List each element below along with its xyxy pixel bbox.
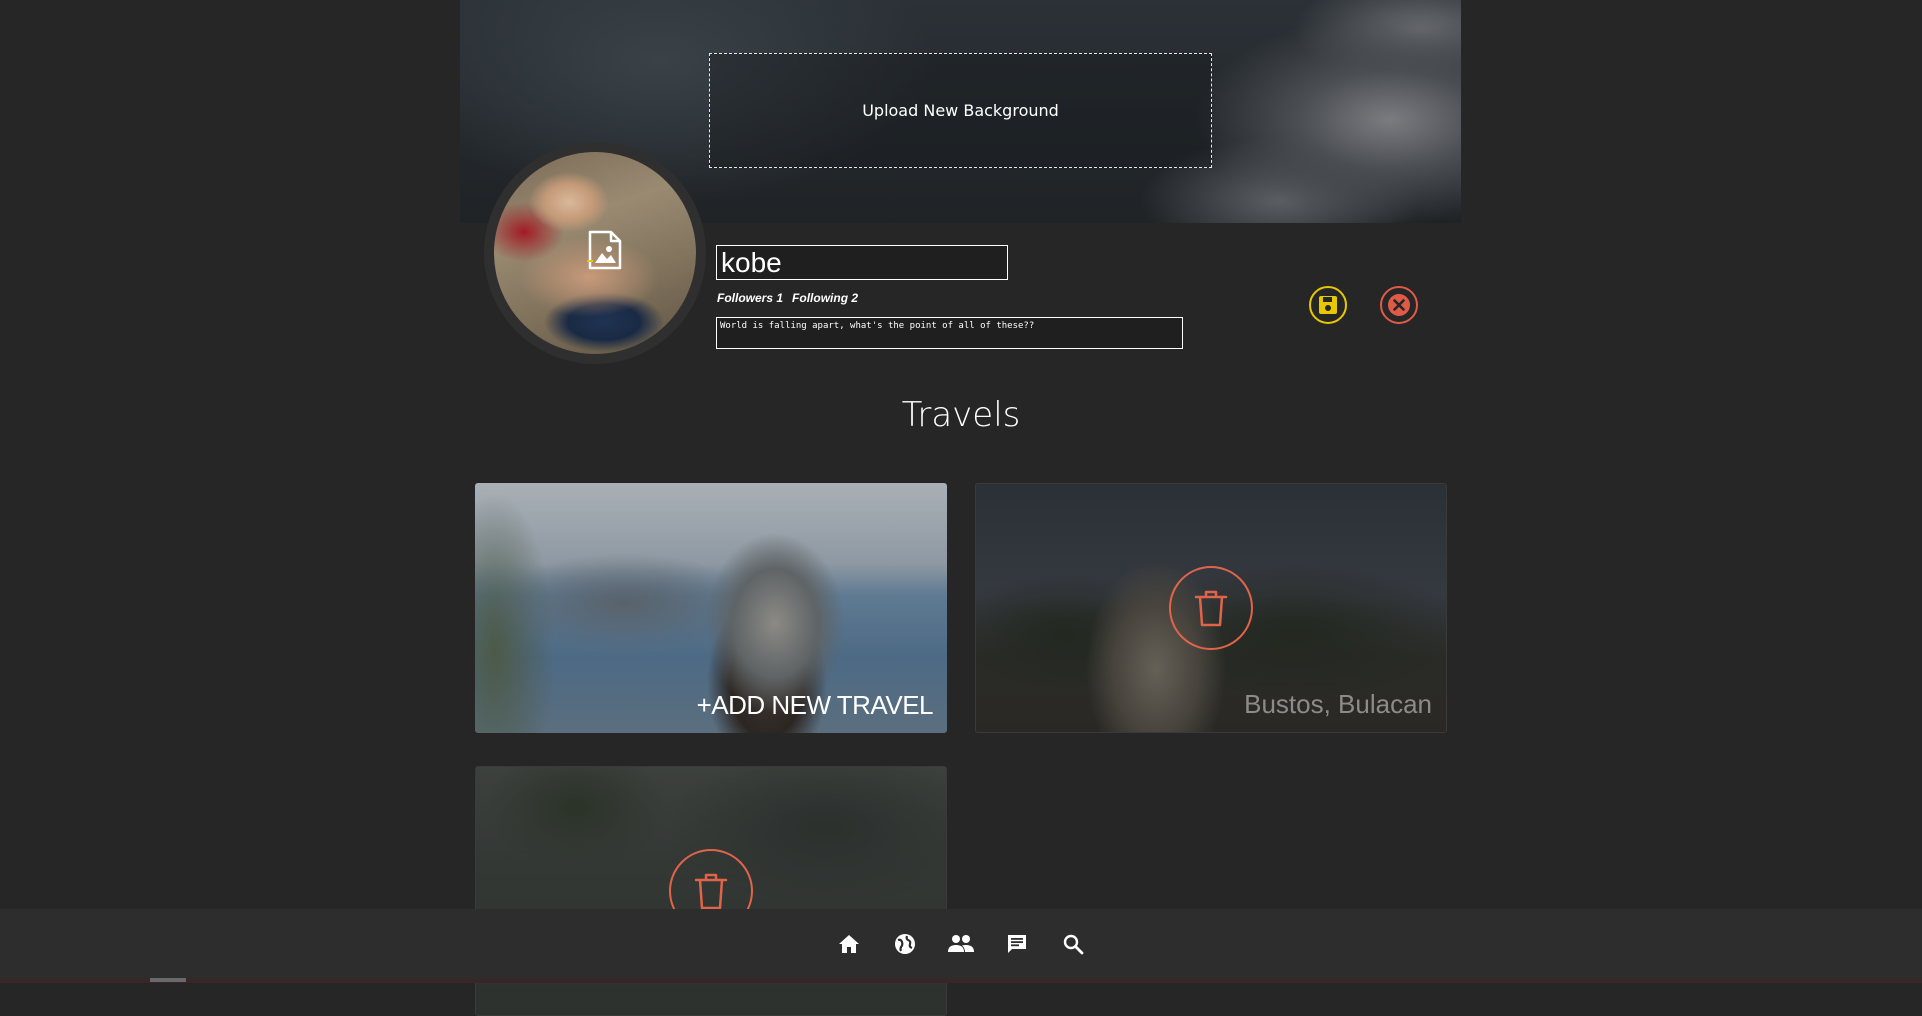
- upload-background-label: Upload New Background: [862, 101, 1059, 120]
- chat-icon: [1008, 935, 1026, 953]
- followers-count[interactable]: Followers 1: [717, 291, 783, 305]
- avatar[interactable]: [494, 152, 696, 354]
- trash-icon: [1194, 590, 1228, 627]
- trash-icon: [694, 873, 728, 910]
- cancel-button[interactable]: [1380, 286, 1418, 324]
- horizontal-scrollbar[interactable]: [150, 978, 186, 982]
- window-bottom-edge: [0, 979, 1922, 983]
- follow-stats: Followers 1 Following 2: [717, 291, 858, 305]
- save-button[interactable]: [1309, 286, 1347, 324]
- upload-background-button[interactable]: Upload New Background: [709, 53, 1212, 168]
- add-travel-card[interactable]: +ADD NEW TRAVEL: [475, 483, 947, 733]
- name-field[interactable]: kobe: [716, 245, 1008, 280]
- delete-travel-button[interactable]: [1169, 566, 1253, 650]
- nav-people[interactable]: [948, 931, 974, 957]
- add-travel-label: +ADD NEW TRAVEL: [696, 690, 934, 720]
- search-icon: [1063, 934, 1084, 955]
- travel-location: Bustos, Bulacan: [1244, 689, 1432, 719]
- image-file-icon[interactable]: [587, 230, 623, 270]
- section-title: Travels: [901, 395, 1021, 435]
- bio-field[interactable]: World is falling apart, what's the point…: [716, 317, 1183, 349]
- nav-search[interactable]: [1060, 931, 1086, 957]
- save-icon: [1319, 296, 1337, 314]
- avatar-frame: [484, 142, 706, 364]
- nav-explore[interactable]: [892, 931, 918, 957]
- nav-messages[interactable]: [1004, 931, 1030, 957]
- bottom-nav: [0, 909, 1922, 979]
- people-icon: [948, 935, 974, 952]
- globe-icon: [895, 934, 915, 954]
- close-icon: [1388, 294, 1410, 316]
- travel-card[interactable]: Bustos, Bulacan: [975, 483, 1447, 733]
- home-icon: [839, 935, 859, 953]
- nav-home[interactable]: [836, 931, 862, 957]
- following-count[interactable]: Following 2: [792, 291, 858, 305]
